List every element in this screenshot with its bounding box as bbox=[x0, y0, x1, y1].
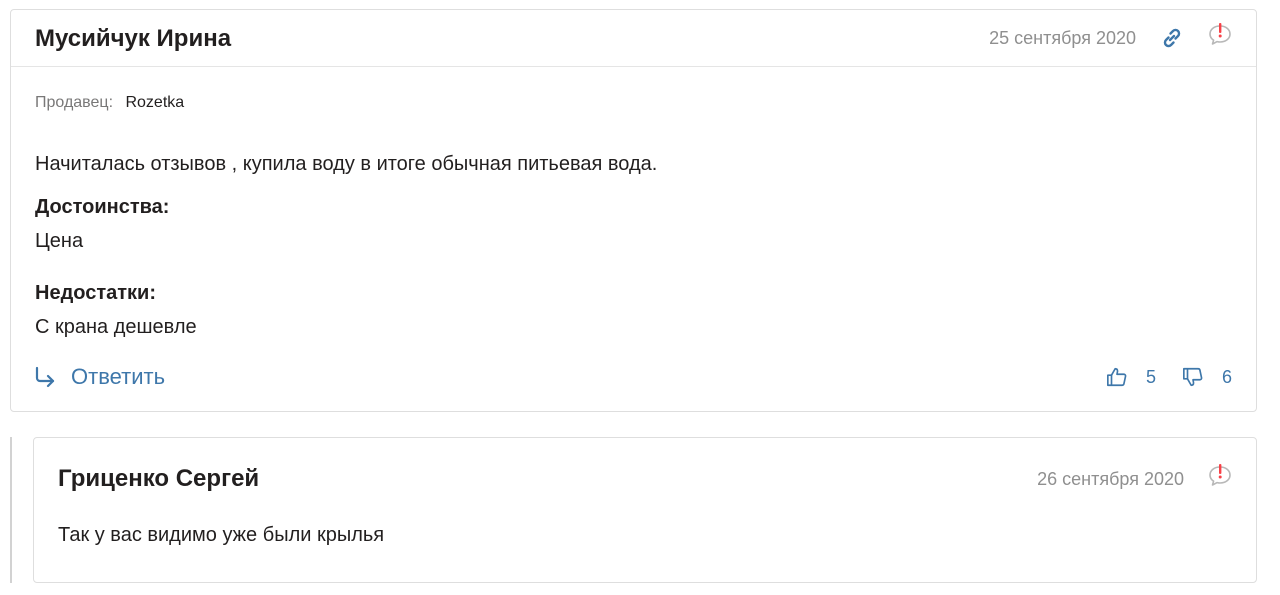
thumbs-down-icon bbox=[1182, 367, 1203, 387]
review-date: 25 сентября 2020 bbox=[989, 28, 1136, 48]
review-header: Мусийчук Ирина 25 сентября 2020 bbox=[11, 10, 1256, 67]
like-button[interactable]: 5 bbox=[1106, 366, 1156, 388]
comment-author: Гриценко Сергей bbox=[58, 465, 260, 492]
like-count: 5 bbox=[1145, 366, 1156, 387]
dislike-button[interactable]: 6 bbox=[1182, 366, 1232, 388]
comment-text: Так у вас видимо уже были крылья bbox=[58, 524, 385, 546]
pros-text: Цена bbox=[35, 230, 84, 252]
complain-icon[interactable] bbox=[1206, 21, 1234, 49]
cons-text: С крана дешевле bbox=[35, 316, 197, 338]
thread-line bbox=[10, 437, 12, 583]
link-icon[interactable] bbox=[1158, 24, 1186, 52]
review-text: Начиталась отзывов , купила воду в итоге… bbox=[35, 153, 658, 175]
comment-date: 26 сентября 2020 bbox=[1037, 469, 1184, 489]
pros-label: Достоинства: bbox=[35, 196, 170, 218]
thumbs-up-icon bbox=[1106, 367, 1127, 387]
vote-controls: 5 6 bbox=[1106, 366, 1232, 388]
seller-label: Продавец: bbox=[35, 94, 114, 111]
complain-icon[interactable] bbox=[1206, 462, 1234, 490]
seller-name: Rozetka bbox=[125, 94, 185, 111]
cons-label: Недостатки: bbox=[35, 282, 157, 304]
dislike-count: 6 bbox=[1221, 366, 1232, 387]
reply-arrow-icon bbox=[35, 366, 55, 388]
reply-button[interactable]: Ответить bbox=[33, 364, 165, 390]
seller-info: Продавец: Rozetka bbox=[35, 94, 184, 112]
reply-comment-card: Гриценко Сергей 26 сентября 2020 Так у в… bbox=[33, 437, 1257, 583]
review-author: Мусийчук Ирина bbox=[35, 25, 232, 52]
review-card: Мусийчук Ирина 25 сентября 2020 Продавец… bbox=[10, 9, 1257, 412]
reply-label: Ответить bbox=[71, 364, 166, 389]
